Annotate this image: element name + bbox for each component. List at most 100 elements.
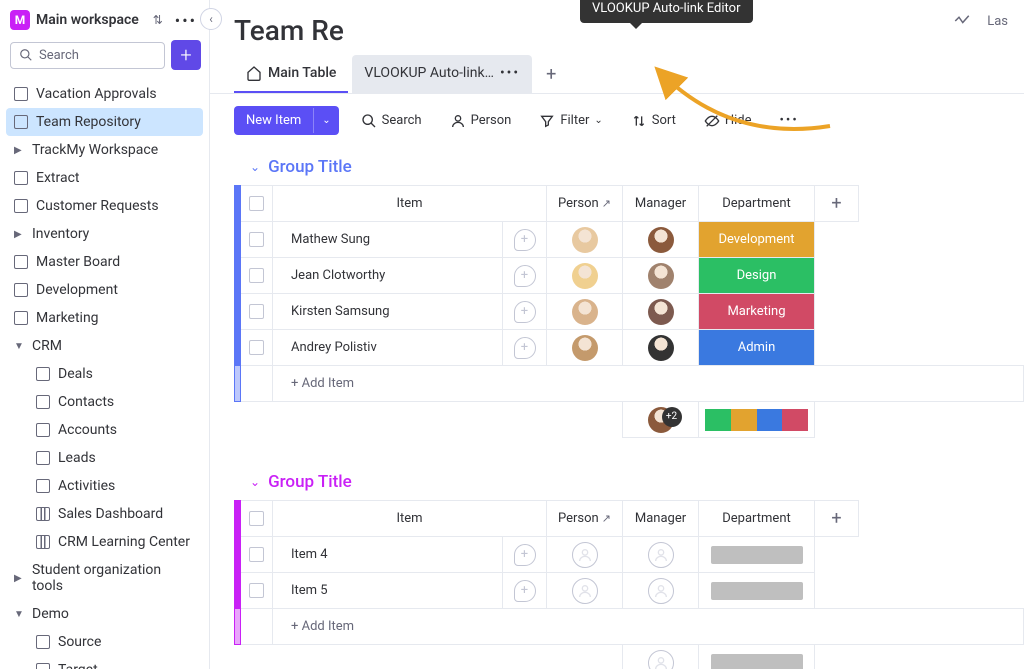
- filter-button[interactable]: Filter ⌄: [533, 108, 608, 134]
- sidebar-item-development[interactable]: Development: [6, 276, 203, 304]
- chat-icon[interactable]: +: [514, 301, 536, 323]
- item-name[interactable]: Mathew Sung: [273, 222, 503, 258]
- sidebar-item-demo[interactable]: ▼Demo: [6, 600, 203, 628]
- sidebar-item-trackmy-workspace[interactable]: ▶TrackMy Workspace: [6, 136, 203, 164]
- table-row[interactable]: Jean Clotworthy + Design: [235, 258, 1024, 294]
- item-name[interactable]: Kirsten Samsung: [273, 294, 503, 330]
- column-manager[interactable]: Manager: [623, 501, 699, 537]
- column-person[interactable]: Person↗: [547, 186, 623, 222]
- sidebar-item-team-repository[interactable]: Team Repository: [6, 108, 203, 136]
- add-button[interactable]: +: [171, 40, 201, 70]
- column-person[interactable]: Person↗: [547, 501, 623, 537]
- chevron-down-icon[interactable]: ⌄: [250, 475, 260, 489]
- row-checkbox[interactable]: [249, 304, 264, 319]
- group-title[interactable]: Group Title: [268, 157, 352, 177]
- manager-cell[interactable]: [623, 294, 699, 330]
- item-name[interactable]: Item 4: [273, 537, 503, 573]
- sidebar-item-inventory[interactable]: ▶Inventory: [6, 220, 203, 248]
- sidebar-item-sales-dashboard[interactable]: Sales Dashboard: [6, 500, 203, 528]
- manager-cell[interactable]: [623, 258, 699, 294]
- person-cell[interactable]: [547, 222, 623, 258]
- person-cell[interactable]: [547, 258, 623, 294]
- workspace-switch-icon[interactable]: ⇅: [151, 11, 165, 29]
- person-cell[interactable]: [547, 330, 623, 366]
- tab-more-icon[interactable]: •••: [500, 65, 520, 81]
- person-filter-button[interactable]: Person: [444, 108, 518, 134]
- sidebar-item-customer-requests[interactable]: Customer Requests: [6, 192, 203, 220]
- chevron-down-icon[interactable]: ⌄: [250, 160, 260, 174]
- department-cell[interactable]: [699, 537, 815, 573]
- workspace-more-icon[interactable]: •••: [171, 11, 201, 30]
- table-row[interactable]: Andrey Polistiv + Admin: [235, 330, 1024, 366]
- manager-cell[interactable]: [623, 330, 699, 366]
- search-button[interactable]: Search: [355, 108, 428, 134]
- person-cell[interactable]: [547, 537, 623, 573]
- column-department[interactable]: Department: [699, 186, 815, 222]
- tab-vlookup[interactable]: VLOOKUP Auto-link… •••: [352, 55, 532, 93]
- sidebar-item-crm-learning-center[interactable]: CRM Learning Center: [6, 528, 203, 556]
- person-cell[interactable]: [547, 294, 623, 330]
- tab-main-table[interactable]: Main Table: [234, 55, 348, 93]
- manager-cell[interactable]: [623, 537, 699, 573]
- sidebar-item-student-organization-tools[interactable]: ▶Student organization tools: [6, 556, 203, 600]
- department-cell[interactable]: [699, 573, 815, 609]
- row-checkbox[interactable]: [249, 232, 264, 247]
- department-cell[interactable]: Development: [699, 222, 815, 258]
- department-cell[interactable]: Design: [699, 258, 815, 294]
- department-cell[interactable]: Marketing: [699, 294, 815, 330]
- row-checkbox[interactable]: [249, 340, 264, 355]
- sidebar-item-accounts[interactable]: Accounts: [6, 416, 203, 444]
- table-row[interactable]: Item 5 +: [235, 573, 1024, 609]
- hide-button[interactable]: Hide: [698, 108, 758, 134]
- column-item[interactable]: Item: [273, 501, 547, 537]
- item-name[interactable]: Andrey Polistiv: [273, 330, 503, 366]
- item-name[interactable]: Item 5: [273, 573, 503, 609]
- add-item-row[interactable]: + Add Item: [235, 366, 1024, 402]
- select-all-checkbox[interactable]: [249, 196, 264, 211]
- sidebar-item-extract[interactable]: Extract: [6, 164, 203, 192]
- toolbar-more-icon[interactable]: •••: [774, 108, 805, 133]
- collapse-sidebar-icon[interactable]: ‹: [200, 8, 222, 30]
- table-row[interactable]: Kirsten Samsung + Marketing: [235, 294, 1024, 330]
- chat-icon[interactable]: +: [514, 580, 536, 602]
- person-cell[interactable]: [547, 573, 623, 609]
- group-title[interactable]: Group Title: [268, 472, 352, 492]
- workspace-header[interactable]: M Main workspace ⇅ •••: [0, 0, 209, 38]
- sidebar-item-contacts[interactable]: Contacts: [6, 388, 203, 416]
- chat-icon[interactable]: +: [514, 337, 536, 359]
- sidebar-item-marketing[interactable]: Marketing: [6, 304, 203, 332]
- sidebar-item-master-board[interactable]: Master Board: [6, 248, 203, 276]
- table-row[interactable]: Mathew Sung + Development: [235, 222, 1024, 258]
- column-department[interactable]: Department: [699, 501, 815, 537]
- sidebar-item-target[interactable]: Target: [6, 656, 203, 669]
- add-column-button[interactable]: +: [815, 186, 859, 222]
- group-header[interactable]: ⌄ Group Title: [234, 464, 1024, 500]
- sidebar-item-crm[interactable]: ▼CRM: [6, 332, 203, 360]
- new-item-dropdown-icon[interactable]: ⌄: [313, 108, 338, 133]
- sort-button[interactable]: Sort: [625, 108, 682, 134]
- activity-icon[interactable]: [953, 12, 971, 30]
- sidebar-item-activities[interactable]: Activities: [6, 472, 203, 500]
- sidebar-item-source[interactable]: Source: [6, 628, 203, 656]
- tab-add-button[interactable]: +: [536, 58, 566, 91]
- manager-cell[interactable]: [623, 573, 699, 609]
- chat-icon[interactable]: +: [514, 544, 536, 566]
- row-checkbox[interactable]: [249, 583, 264, 598]
- search-input[interactable]: Search: [10, 42, 165, 69]
- department-cell[interactable]: Admin: [699, 330, 815, 366]
- manager-cell[interactable]: [623, 222, 699, 258]
- chat-icon[interactable]: +: [514, 229, 536, 251]
- item-name[interactable]: Jean Clotworthy: [273, 258, 503, 294]
- table-row[interactable]: Item 4 +: [235, 537, 1024, 573]
- chat-icon[interactable]: +: [514, 265, 536, 287]
- row-checkbox[interactable]: [249, 268, 264, 283]
- column-item[interactable]: Item: [273, 186, 547, 222]
- sidebar-item-deals[interactable]: Deals: [6, 360, 203, 388]
- new-item-button[interactable]: New Item ⌄: [234, 106, 339, 135]
- add-item-row[interactable]: + Add Item: [235, 609, 1024, 645]
- sidebar-item-leads[interactable]: Leads: [6, 444, 203, 472]
- sidebar-item-vacation-approvals[interactable]: Vacation Approvals: [6, 80, 203, 108]
- column-manager[interactable]: Manager: [623, 186, 699, 222]
- group-header[interactable]: ⌄ Group Title: [234, 149, 1024, 185]
- select-all-checkbox[interactable]: [249, 511, 264, 526]
